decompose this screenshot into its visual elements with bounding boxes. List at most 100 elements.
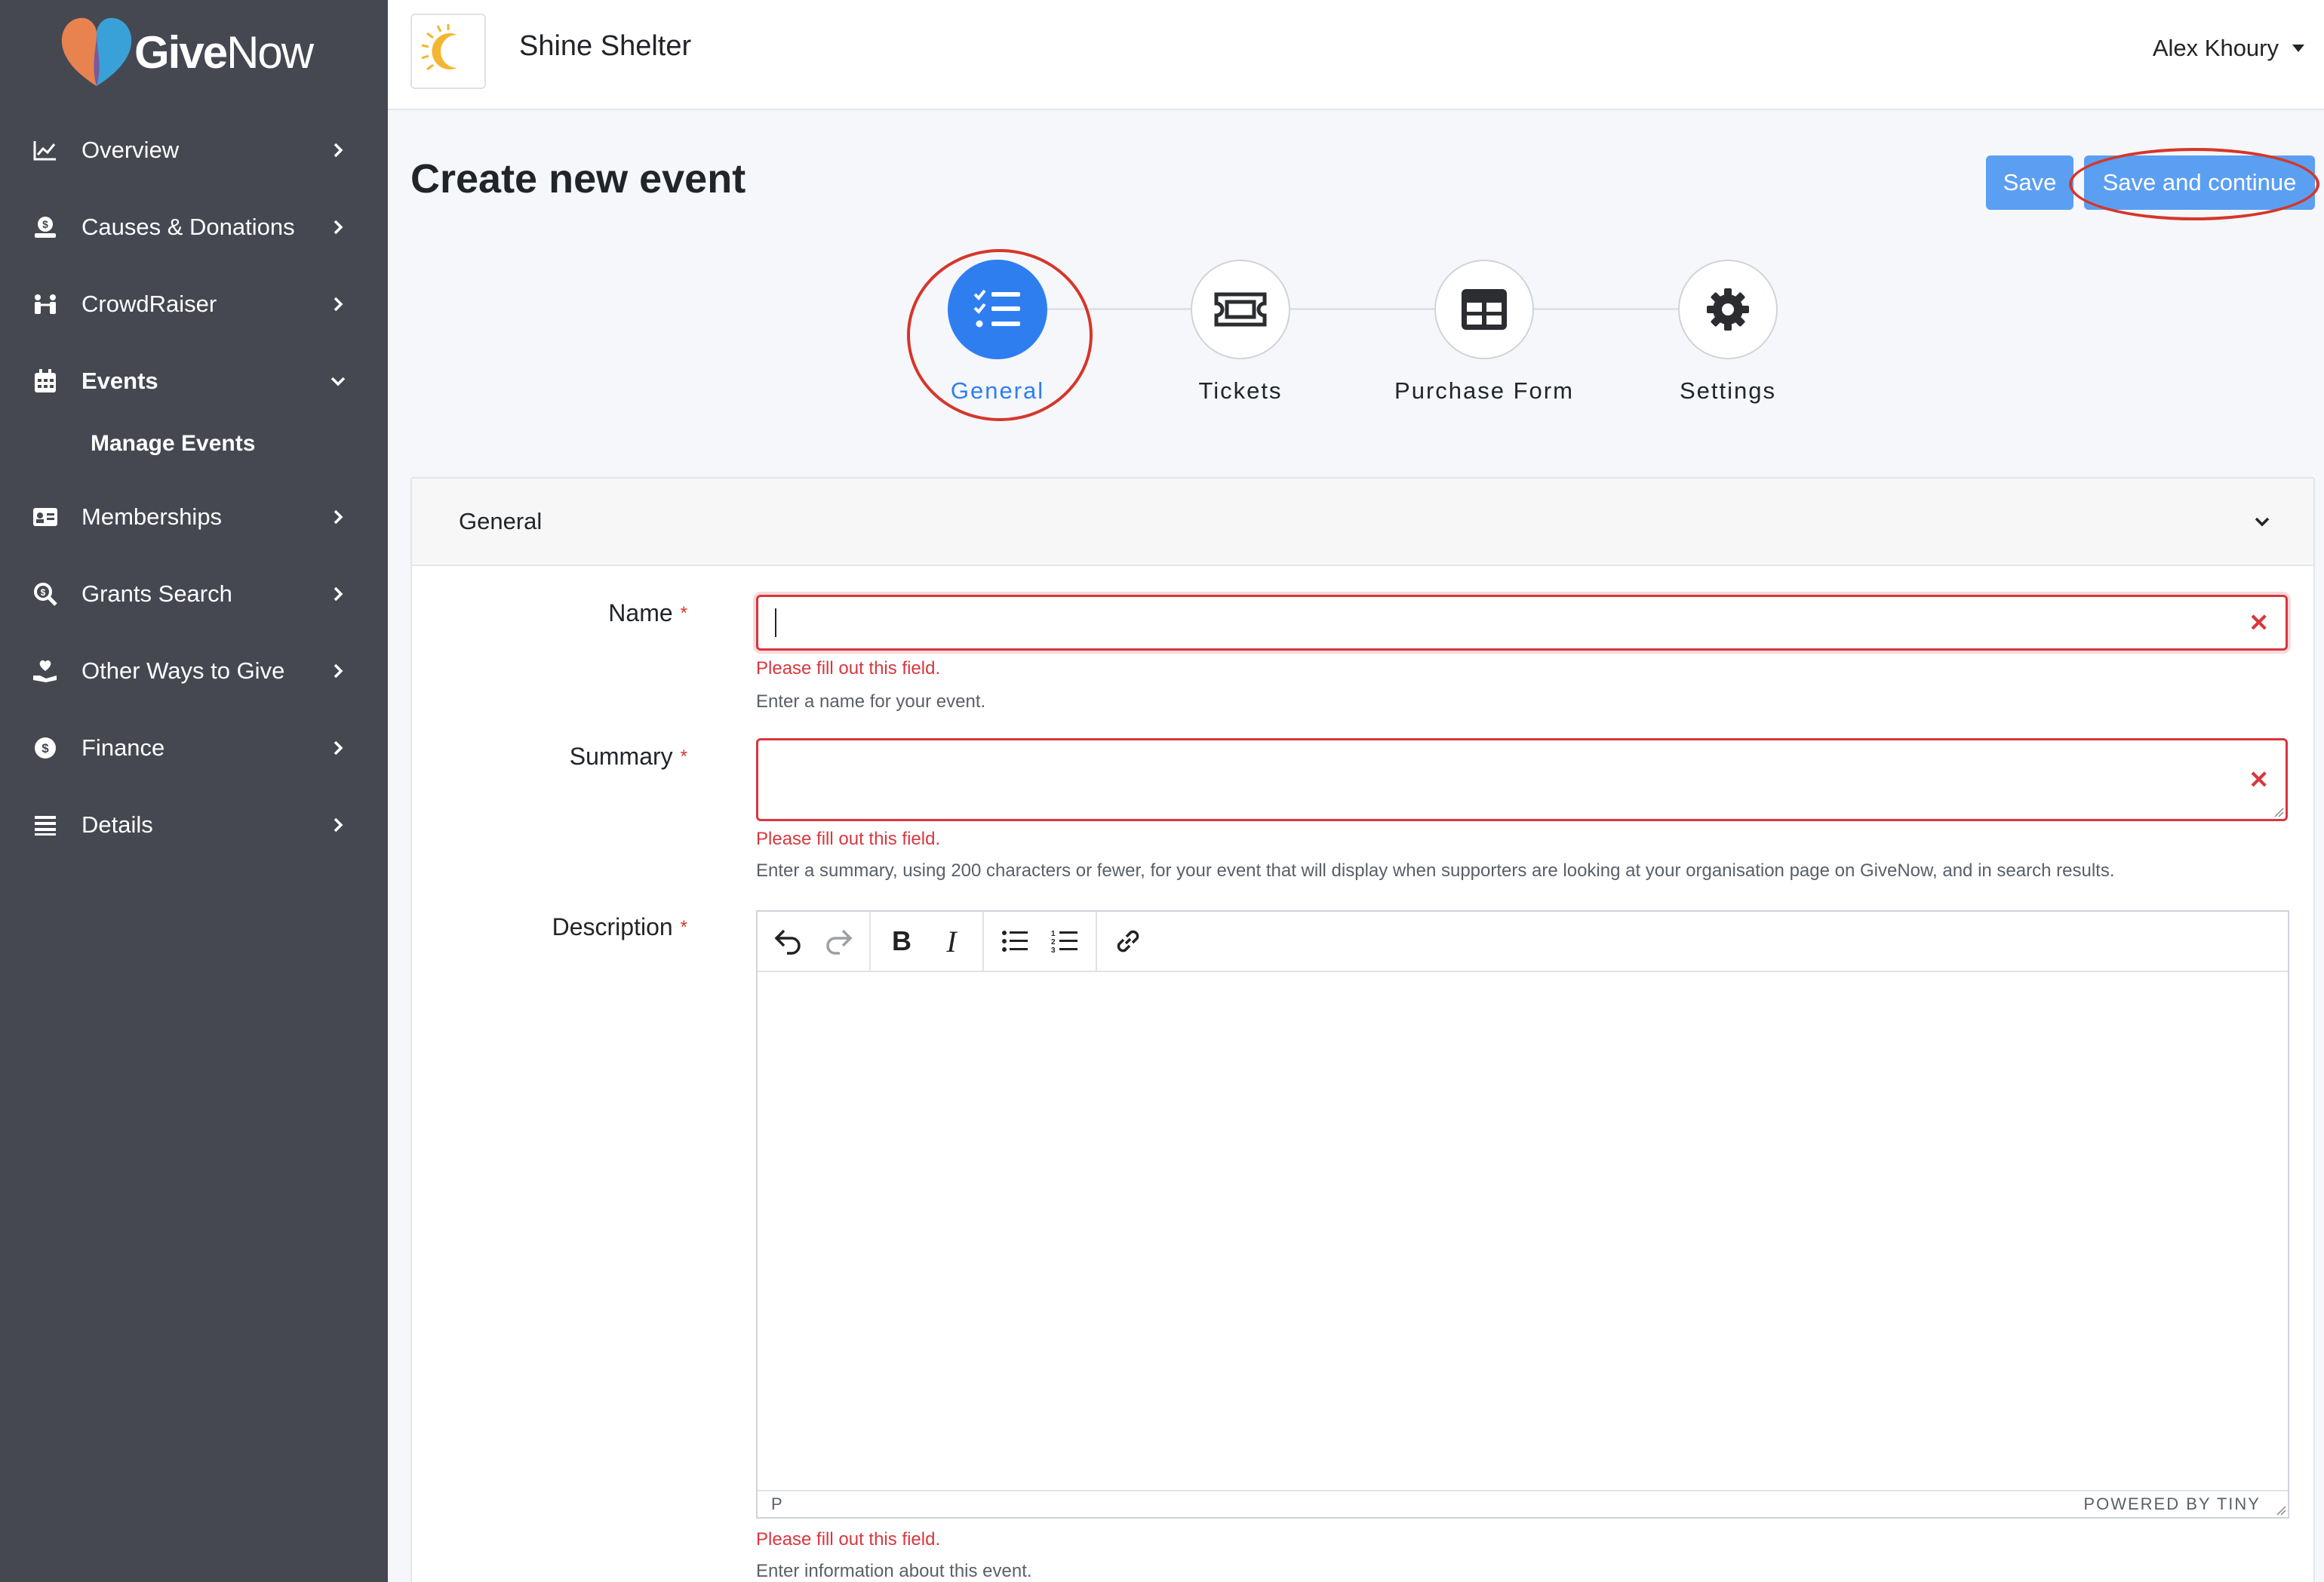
text-cursor: [775, 608, 776, 637]
bold-button[interactable]: B: [877, 919, 927, 964]
chevron-right-icon: [334, 143, 343, 158]
summary-error: Please fill out this field.: [756, 829, 941, 849]
svg-text:$: $: [41, 587, 46, 598]
sidebar-item-memberships[interactable]: Memberships: [0, 479, 388, 556]
sidebar-item-label: Details: [81, 811, 153, 838]
sidebar-item-label: Memberships: [81, 503, 223, 530]
svg-text:2: 2: [1051, 938, 1056, 946]
list-icon: [32, 811, 59, 839]
step-settings[interactable]: [1678, 260, 1778, 359]
sidebar-subitem-manage-events[interactable]: Manage Events: [0, 411, 388, 477]
sidebar-item-events[interactable]: Events: [0, 343, 388, 420]
step-label-tickets[interactable]: Tickets: [1127, 377, 1354, 405]
description-rich-text-editor[interactable]: B I 123 P POWERED BY TINY: [756, 910, 2289, 1519]
chevron-right-icon: [334, 297, 343, 312]
org-name: Shine Shelter: [519, 30, 692, 62]
bullet-list-button[interactable]: [990, 919, 1040, 964]
line-chart-icon: [32, 137, 59, 164]
history-group: [758, 911, 871, 971]
chevron-down-icon: [330, 377, 346, 386]
name-input[interactable]: ✕: [756, 595, 2288, 651]
stepper-connector: [998, 308, 1728, 310]
sun-logo-icon: [421, 24, 457, 71]
save-button[interactable]: Save: [1986, 155, 2073, 210]
redo-icon: [826, 929, 853, 955]
chevron-right-icon: [334, 586, 343, 602]
sidebar-item-finance[interactable]: $ Finance: [0, 709, 388, 786]
sidebar-item-other-ways[interactable]: Other Ways to Give: [0, 632, 388, 709]
id-card-icon: [32, 503, 59, 531]
element-path[interactable]: P: [771, 1494, 782, 1514]
sidebar-item-grants-search[interactable]: $ Grants Search: [0, 556, 388, 632]
bullet-list-icon: [1002, 931, 1028, 952]
description-error: Please fill out this field.: [756, 1529, 941, 1550]
save-and-continue-button[interactable]: Save and continue: [2084, 155, 2315, 210]
hand-heart-icon: [32, 657, 59, 685]
svg-text:1: 1: [1051, 930, 1056, 938]
numbered-list-button[interactable]: 123: [1040, 919, 1090, 964]
user-menu[interactable]: Alex Khoury: [2153, 35, 2304, 62]
sidebar-item-label: Overview: [81, 137, 180, 163]
step-label-settings[interactable]: Settings: [1615, 377, 1841, 405]
givenow-logo[interactable]: GiveNow: [57, 11, 314, 94]
name-hint: Enter a name for your event.: [756, 691, 986, 712]
format-group: B I: [871, 911, 984, 971]
sidebar-item-label: Causes & Donations: [81, 214, 295, 240]
sidebar-item-crowdraiser[interactable]: CrowdRaiser: [0, 266, 388, 343]
chevron-right-icon: [334, 817, 343, 833]
gear-icon: [1707, 288, 1749, 331]
sidebar-item-causes-donations[interactable]: $ Causes & Donations: [0, 189, 388, 266]
link-button[interactable]: [1103, 919, 1153, 964]
sidebar-item-label: CrowdRaiser: [81, 291, 217, 317]
sidebar-nav: Overview $ Causes & Donations CrowdRaise…: [0, 112, 388, 863]
top-header: Shine Shelter Alex Khoury: [388, 0, 2324, 110]
powered-by-link[interactable]: POWERED BY TINY: [2083, 1494, 2261, 1514]
error-x-icon: ✕: [2249, 766, 2269, 793]
error-x-icon: ✕: [2249, 609, 2269, 636]
step-label-general[interactable]: General: [884, 377, 1111, 405]
link-group: [1097, 911, 1159, 971]
step-label-purchase-form[interactable]: Purchase Form: [1371, 377, 1597, 405]
editor-toolbar: B I 123: [758, 911, 2288, 972]
section-title: General: [459, 508, 543, 534]
redo-button[interactable]: [813, 919, 863, 964]
sidebar-item-overview[interactable]: Overview: [0, 112, 388, 189]
undo-icon: [774, 929, 801, 955]
user-name: Alex Khoury: [2152, 35, 2279, 61]
general-section-card: General Name * ✕ Please fill out this fie…: [410, 477, 2315, 1582]
undo-button[interactable]: [764, 919, 813, 964]
summary-textarea[interactable]: ✕: [756, 738, 2288, 821]
section-header[interactable]: General: [412, 479, 2313, 566]
summary-hint: Enter a summary, using 200 characters or…: [756, 860, 2115, 881]
step-tickets[interactable]: [1191, 260, 1290, 359]
italic-button[interactable]: I: [927, 919, 976, 964]
list-group: 123: [984, 911, 1097, 971]
caret-down-icon: [2292, 45, 2304, 52]
italic-icon: I: [946, 924, 957, 959]
people-icon: [32, 291, 59, 318]
checklist-icon: [973, 289, 1020, 328]
sidebar-item-label: Grants Search: [81, 580, 232, 607]
search-dollar-icon: $: [32, 580, 59, 608]
name-label: Name *: [608, 599, 687, 626]
chevron-right-icon: [334, 509, 343, 525]
sidebar-item-label: Events: [81, 368, 158, 394]
chevron-down-icon: [2255, 517, 2270, 527]
name-error: Please fill out this field.: [756, 658, 941, 679]
sidebar-item-details[interactable]: Details: [0, 786, 388, 863]
dollar-coin-icon: $: [32, 734, 59, 762]
svg-text:$: $: [42, 741, 49, 756]
svg-text:$: $: [42, 218, 48, 230]
bold-icon: B: [892, 925, 911, 956]
svg-text:3: 3: [1051, 946, 1056, 953]
numbered-list-icon: 123: [1051, 930, 1077, 953]
org-logo[interactable]: [410, 14, 486, 89]
resize-handle-icon[interactable]: [2276, 1505, 2286, 1516]
step-general[interactable]: [948, 260, 1047, 359]
sidebar-item-label: Finance: [81, 734, 165, 761]
donate-icon: $: [32, 214, 59, 241]
summary-label: Summary *: [569, 743, 687, 770]
step-purchase-form[interactable]: [1434, 260, 1534, 359]
editor-statusbar: P POWERED BY TINY: [758, 1490, 2288, 1517]
resize-handle-icon[interactable]: [2273, 807, 2284, 817]
